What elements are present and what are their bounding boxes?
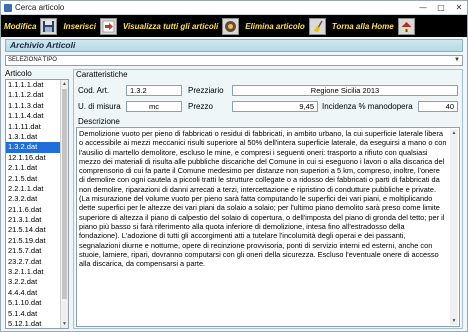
list-item[interactable]: 21.1.6.dat	[6, 205, 68, 215]
descrizione-scrollbar[interactable]: ▲ ▼	[450, 129, 458, 325]
list-item[interactable]: 2.3.2.dat	[6, 194, 68, 204]
incidenza-field[interactable]: 40	[418, 101, 458, 112]
list-item[interactable]: 2.1.5.dat	[6, 174, 68, 184]
modifica-label: Modifica	[4, 21, 37, 31]
toolbar: Modifica Inserisci Visualizza tutti gli …	[1, 15, 467, 37]
list-item[interactable]: 1.1.1.1.dat	[6, 80, 68, 90]
home-button[interactable]: Torna alla Home	[332, 16, 415, 36]
app-icon	[4, 4, 12, 12]
list-item[interactable]: 12.1.16.dat	[6, 153, 68, 163]
list-item[interactable]: 5.1.4.dat	[6, 309, 68, 319]
list-item[interactable]: 1.1.1.3.dat	[6, 101, 68, 111]
caratteristiche-legend: Caratteristiche	[76, 70, 128, 79]
section-header: Archivio Articoli	[5, 39, 463, 52]
visualizza-button[interactable]: Visualizza tutti gli articoli	[122, 16, 240, 36]
chevron-down-icon: ▼	[454, 57, 460, 63]
app-window: Cerca articolo — □ ✕ Modifica Inserisci …	[0, 0, 468, 332]
list-item[interactable]: 3.2.2.dat	[6, 277, 68, 287]
minimize-button[interactable]: —	[417, 2, 429, 13]
arrow-right-icon	[99, 17, 117, 35]
title-bar: Cerca articolo — □ ✕	[1, 1, 467, 15]
list-item[interactable]: 5.12.1.dat	[6, 319, 68, 328]
scroll-up-icon[interactable]: ▲	[450, 129, 458, 137]
list-item[interactable]: 21.5.14.dat	[6, 225, 68, 235]
list-item[interactable]: 3.2.1.1.dat	[6, 267, 68, 277]
list-item[interactable]: 23.2.7.dat	[6, 257, 68, 267]
list-item[interactable]: 21.5.7.dat	[6, 246, 68, 256]
tipo-select-value: SELEZIONA TIPO	[8, 57, 57, 63]
window-title: Cerca articolo	[15, 3, 65, 12]
elimina-button[interactable]: Elimina articolo	[245, 16, 326, 36]
modifica-button[interactable]: Modifica	[4, 16, 58, 36]
inserisci-button[interactable]: Inserisci	[63, 16, 117, 36]
list-item[interactable]: 2.1.1.dat	[6, 163, 68, 173]
scroll-thumb[interactable]	[62, 89, 67, 299]
list-item[interactable]: 5.1.10.dat	[6, 298, 68, 308]
list-item[interactable]: 1.1.11.dat	[6, 122, 68, 132]
descrizione-text: Demolizione vuoto per pieno di fabbricat…	[79, 129, 447, 269]
broom-icon	[308, 17, 326, 35]
um-label: U. di misura	[78, 102, 121, 111]
tipo-select[interactable]: SELEZIONA TIPO ▼	[5, 55, 463, 66]
list-item[interactable]: 1.1.1.4.dat	[6, 111, 68, 121]
cod-art-field[interactable]: 1.3.2	[126, 85, 182, 96]
scroll-down-icon[interactable]: ▼	[450, 317, 458, 325]
globe-icon	[222, 17, 240, 35]
prezziario-field[interactable]: Regione Sicilia 2013	[232, 85, 458, 96]
prezziario-label: Prezziario	[188, 86, 224, 95]
descrizione-label: Descrizione	[78, 117, 120, 126]
prezzo-field[interactable]: 9,45	[232, 101, 318, 112]
articolo-label: Articolo	[5, 69, 32, 78]
articolo-list[interactable]: 1.1.1.1.dat 1.1.1.2.dat 1.1.1.3.dat 1.1.1.4…	[5, 79, 69, 329]
um-field[interactable]: mc	[126, 101, 182, 112]
descrizione-textarea[interactable]: Demolizione vuoto per pieno di fabbricat…	[76, 127, 460, 327]
cod-art-label: Cod. Art.	[78, 86, 110, 95]
caratteristiche-panel: Caratteristiche Cod. Art. 1.3.2 Prezziar…	[73, 69, 463, 329]
scroll-down-icon[interactable]: ▼	[61, 320, 68, 328]
home-icon	[397, 17, 415, 35]
close-button[interactable]: ✕	[453, 2, 465, 13]
home-label: Torna alla Home	[331, 21, 394, 31]
list-item[interactable]: 2.2.1.1.dat	[6, 184, 68, 194]
list-item[interactable]: 1.3.1.dat	[6, 132, 68, 142]
elimina-label: Elimina articolo	[245, 21, 305, 31]
list-scrollbar[interactable]: ▲ ▼	[60, 80, 68, 328]
list-item[interactable]: 21.3.1.dat	[6, 215, 68, 225]
scroll-up-icon[interactable]: ▲	[61, 80, 68, 88]
inserisci-label: Inserisci	[63, 21, 96, 31]
prezzo-label: Prezzo	[188, 102, 213, 111]
save-icon	[40, 17, 58, 35]
list-item[interactable]: 4.4.4.dat	[6, 288, 68, 298]
list-item[interactable]: 1.3.2.dat	[6, 142, 68, 153]
list-item[interactable]: 21.5.19.dat	[6, 236, 68, 246]
incidenza-label: Incidenza % manodopera	[322, 102, 413, 111]
visualizza-label: Visualizza tutti gli articoli	[122, 21, 219, 31]
list-item[interactable]: 1.1.1.2.dat	[6, 90, 68, 100]
maximize-button[interactable]: □	[435, 2, 447, 13]
